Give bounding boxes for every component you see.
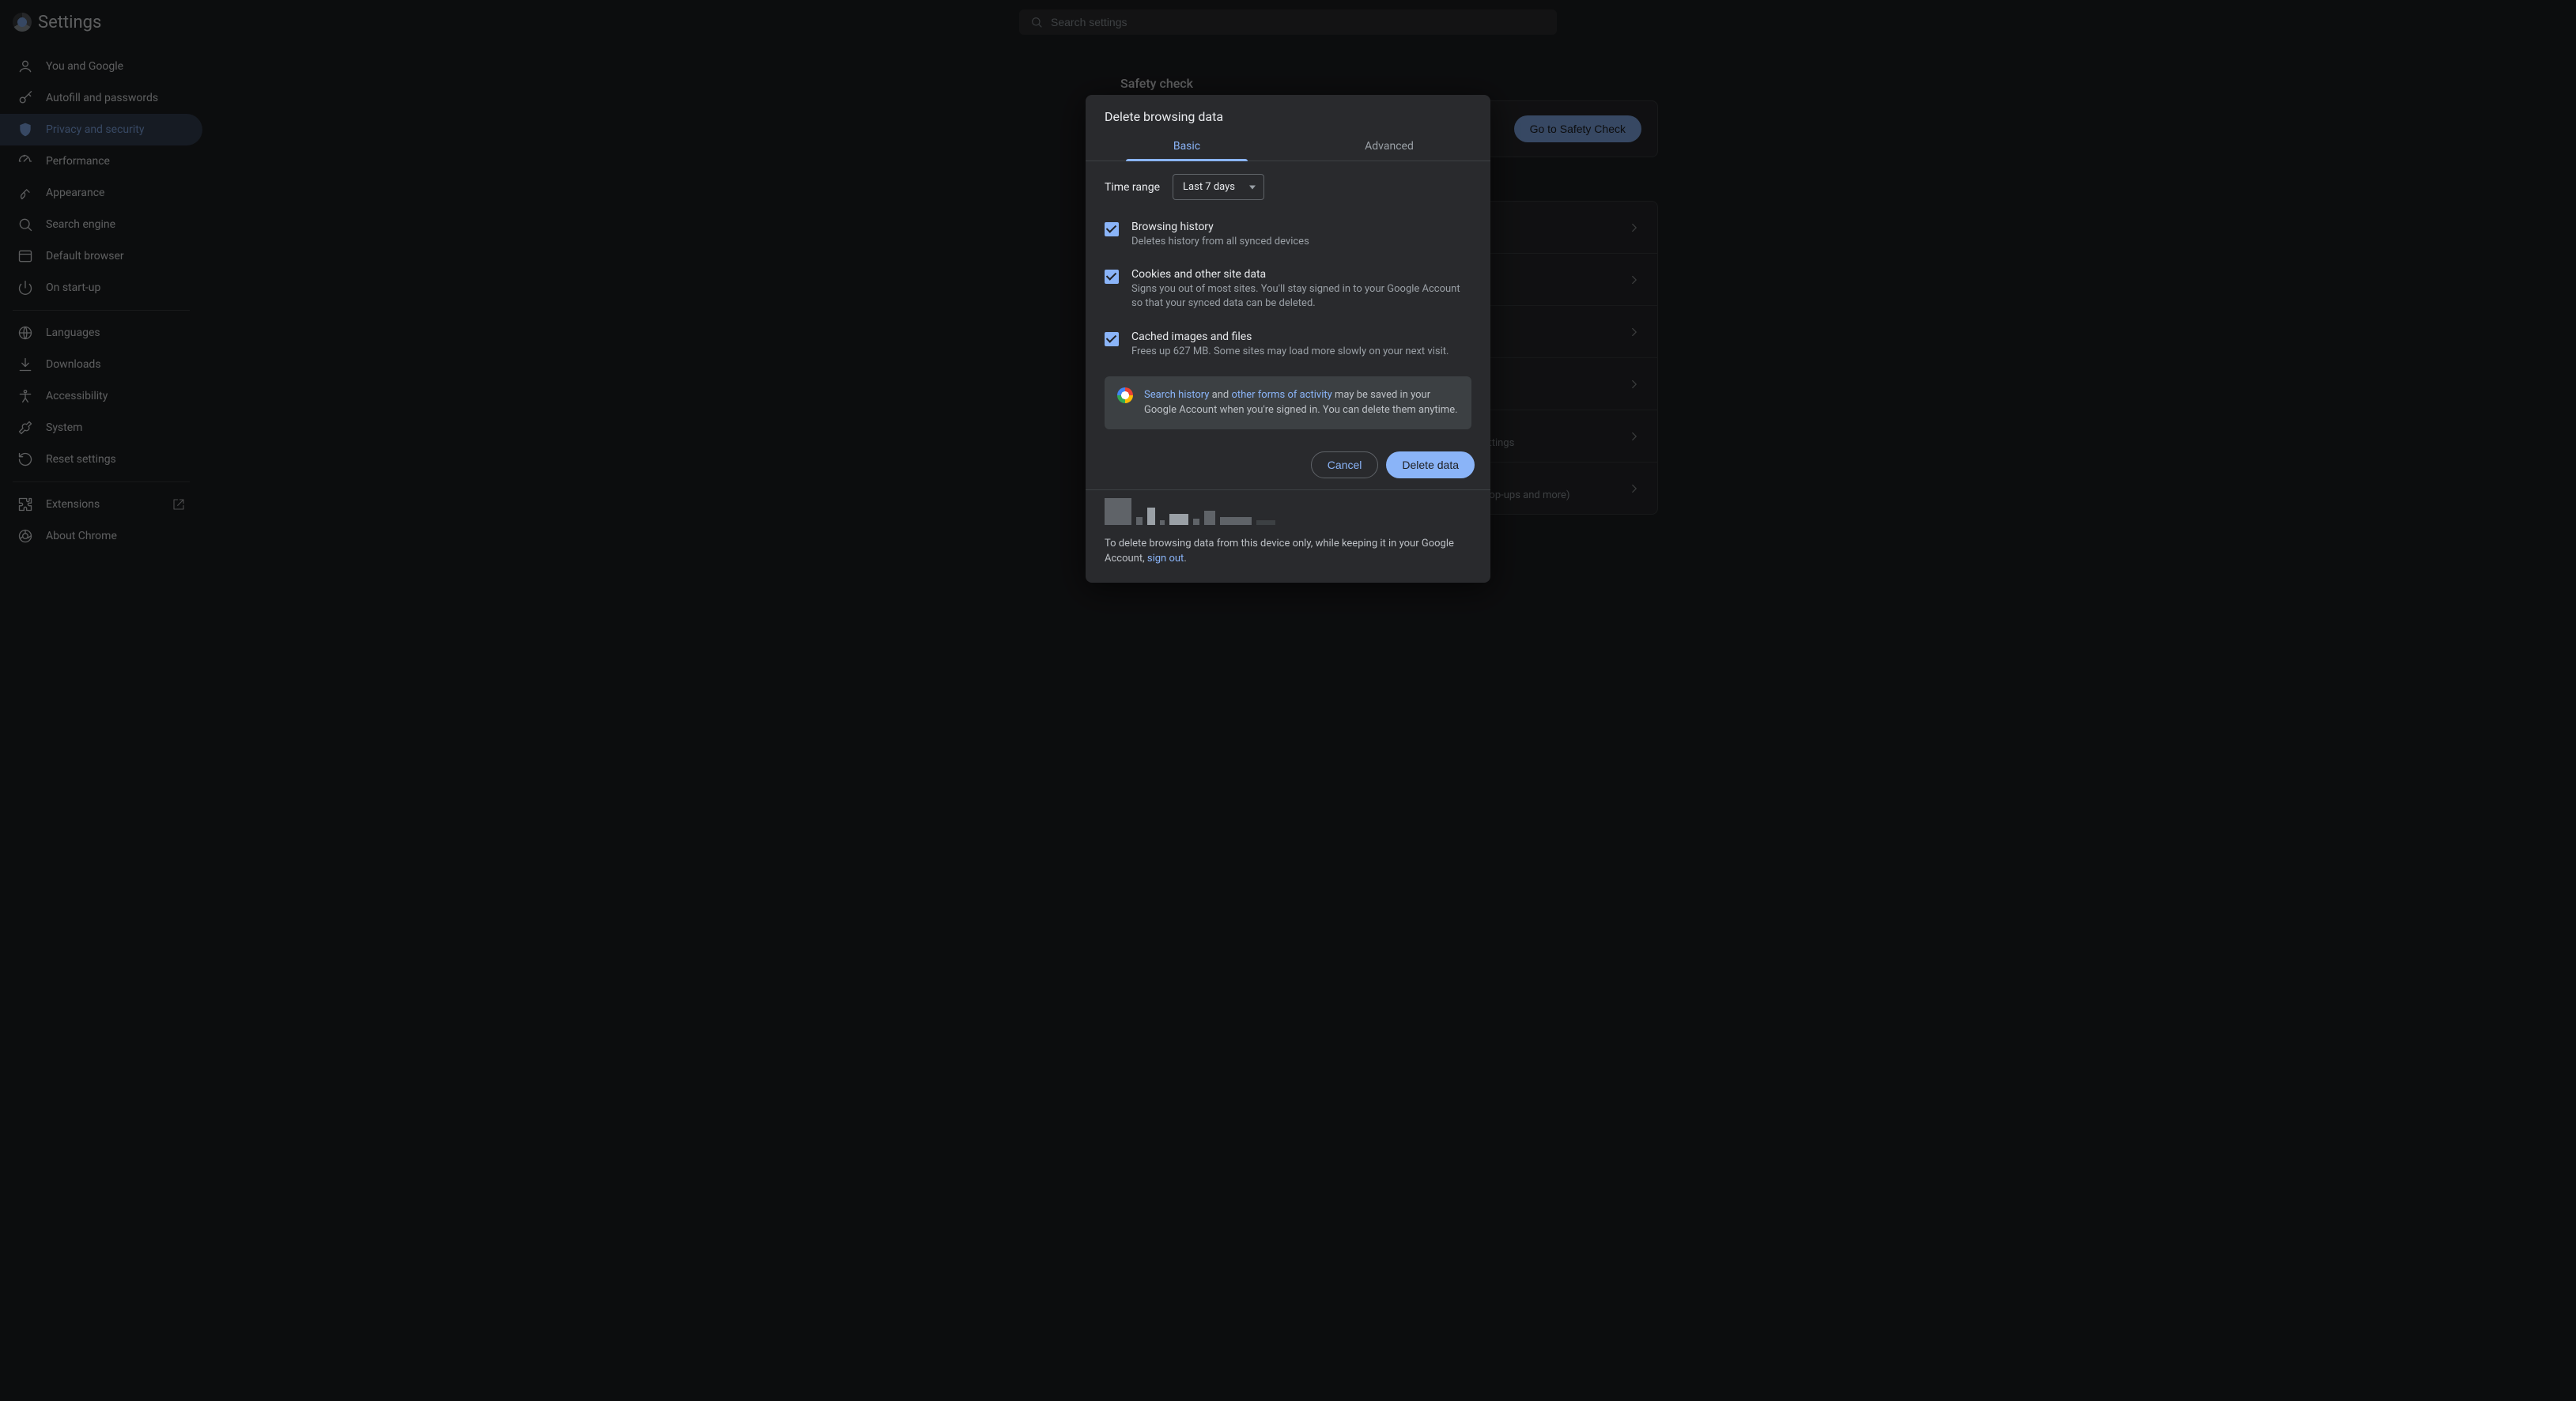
time-range-select[interactable]: Last 7 days [1173, 174, 1264, 200]
check-text: Cookies and other site data Signs you ou… [1131, 268, 1471, 311]
google-account-info: Search history and other forms of activi… [1105, 376, 1471, 429]
check-cached-images-files[interactable]: Cached images and files Frees up 627 MB.… [1105, 323, 1471, 370]
delete-browsing-data-dialog: Delete browsing data Basic Advanced Time… [1086, 95, 1490, 583]
check-title: Cached images and files [1131, 330, 1449, 343]
info-text: Search history and other forms of activi… [1144, 387, 1459, 418]
check-cookies-site-data[interactable]: Cookies and other site data Signs you ou… [1105, 260, 1471, 322]
dialog-body: Time range Last 7 days Browsing history … [1086, 161, 1490, 447]
cancel-button[interactable]: Cancel [1311, 451, 1379, 478]
sync-illustration [1086, 489, 1490, 536]
sign-out-link[interactable]: sign out [1147, 553, 1184, 565]
other-activity-link[interactable]: other forms of activity [1231, 389, 1331, 401]
dialog-tabs: Basic Advanced [1086, 130, 1490, 161]
check-title: Browsing history [1131, 221, 1309, 233]
sync-note-post: . [1184, 553, 1186, 565]
check-subtitle: Deletes history from all synced devices [1131, 235, 1309, 249]
time-range-row: Time range Last 7 days [1105, 174, 1471, 200]
dialog-title: Delete browsing data [1086, 95, 1490, 130]
checkbox[interactable] [1105, 332, 1119, 346]
check-subtitle: Signs you out of most sites. You'll stay… [1131, 282, 1471, 311]
check-browsing-history[interactable]: Browsing history Deletes history from al… [1105, 213, 1471, 260]
time-range-label: Time range [1105, 181, 1160, 194]
time-range-value: Last 7 days [1183, 181, 1235, 193]
dialog-actions: Cancel Delete data [1086, 447, 1490, 489]
search-history-link[interactable]: Search history [1144, 389, 1209, 401]
check-title: Cookies and other site data [1131, 268, 1471, 281]
dialog-scrim[interactable]: Delete browsing data Basic Advanced Time… [0, 0, 2576, 1401]
sync-footer-note: To delete browsing data from this device… [1086, 536, 1490, 583]
checkbox[interactable] [1105, 222, 1119, 236]
check-text: Browsing history Deletes history from al… [1131, 221, 1309, 249]
chevron-down-icon [1249, 185, 1256, 189]
check-text: Cached images and files Frees up 627 MB.… [1131, 330, 1449, 359]
delete-data-button[interactable]: Delete data [1386, 451, 1475, 478]
checkbox[interactable] [1105, 270, 1119, 284]
tab-advanced[interactable]: Advanced [1288, 130, 1490, 160]
info-mid: and [1209, 389, 1231, 401]
google-logo-icon [1117, 387, 1133, 403]
check-subtitle: Frees up 627 MB. Some sites may load mor… [1131, 345, 1449, 359]
tab-basic[interactable]: Basic [1086, 130, 1288, 160]
